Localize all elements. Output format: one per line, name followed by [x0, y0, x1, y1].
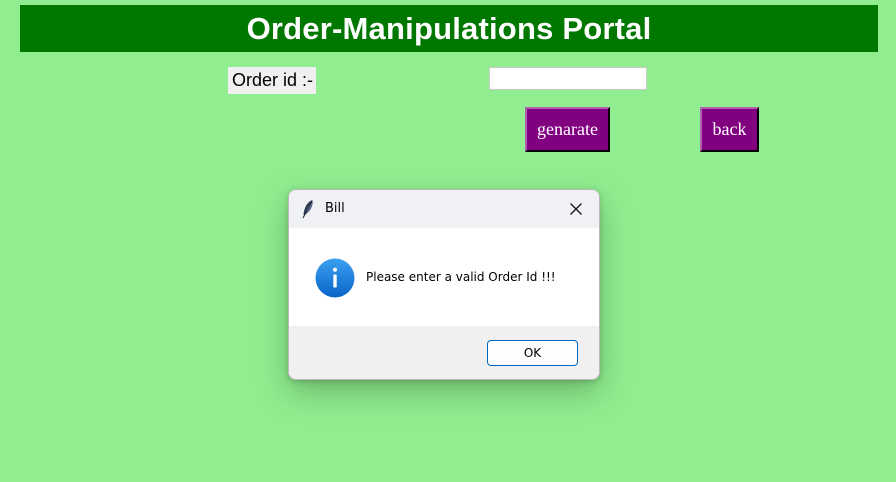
- feather-icon: [302, 200, 313, 219]
- back-button[interactable]: back: [700, 107, 759, 152]
- portal-title: Order-Manipulations Portal: [20, 5, 878, 52]
- dialog-body: Please enter a valid Order Id !!!: [289, 228, 599, 326]
- ok-button[interactable]: OK: [487, 340, 578, 366]
- generate-button[interactable]: genarate: [525, 107, 610, 152]
- dialog-titlebar[interactable]: Bill: [289, 190, 599, 228]
- dialog-footer: OK: [289, 326, 599, 379]
- order-id-input[interactable]: [489, 67, 647, 90]
- dialog-title: Bill: [325, 201, 345, 216]
- order-id-label: Order id :-: [228, 67, 317, 94]
- dialog-message: Please enter a valid Order Id !!!: [366, 270, 556, 284]
- message-dialog: Bill Please enter a valid Order Id !!! O…: [288, 189, 600, 380]
- info-icon: [315, 258, 355, 298]
- close-icon[interactable]: [568, 201, 584, 217]
